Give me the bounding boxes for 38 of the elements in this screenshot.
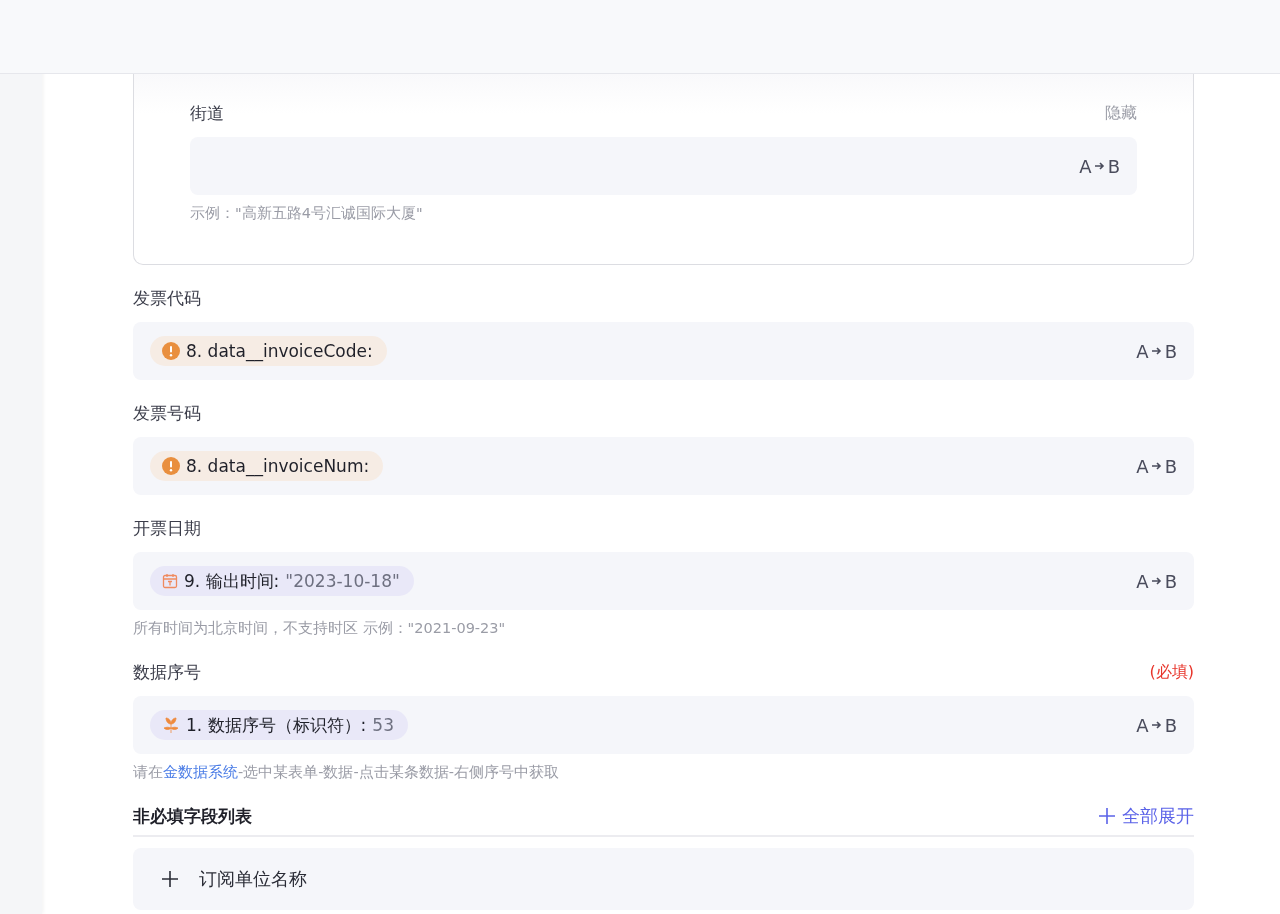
mapping-field[interactable]: 9. 输出时间: "2023-10-18" A B <box>133 552 1194 610</box>
convert-button[interactable]: A B <box>1136 455 1177 477</box>
field-label: 街道 <box>190 101 224 125</box>
convert-button[interactable]: A B <box>1136 340 1177 362</box>
field-label: 发票号码 <box>133 401 201 425</box>
convert-button[interactable]: A B <box>1136 714 1177 736</box>
field-label: 数据序号 <box>133 660 201 684</box>
convert-button[interactable]: A B <box>1079 155 1120 177</box>
warning-icon <box>162 457 180 475</box>
field-label: 发票代码 <box>133 286 201 310</box>
field-hint: 请在金数据系统-选中某表单-数据-点击某条数据-右侧序号中获取 <box>133 763 560 781</box>
arrow-icon <box>1150 461 1163 471</box>
arrow-icon <box>1150 576 1163 586</box>
mapping-field[interactable]: A B <box>190 137 1137 195</box>
arrow-icon <box>1093 161 1106 171</box>
field-label: 开票日期 <box>133 516 201 540</box>
variable-chip[interactable]: 8. data__invoiceCode: <box>150 336 387 366</box>
calendar-icon <box>162 573 178 589</box>
plus-icon <box>161 870 179 888</box>
convert-button[interactable]: A B <box>1136 570 1177 592</box>
arrow-icon <box>1150 720 1163 730</box>
mapping-field[interactable]: 8. data__invoiceCode: A B <box>133 322 1194 380</box>
field-hint: 示例："高新五路4号汇诚国际大厦" <box>190 204 424 222</box>
sprout-icon <box>162 716 180 734</box>
variable-chip[interactable]: 1. 数据序号（标识符）: 53 <box>150 710 408 740</box>
section-title: 非必填字段列表 <box>133 804 252 828</box>
optional-field-item[interactable]: 订阅单位名称 <box>133 848 1194 910</box>
mapping-field[interactable]: 1. 数据序号（标识符）: 53 A B <box>133 696 1194 754</box>
variable-chip[interactable]: 8. data__invoiceNum: <box>150 451 384 481</box>
field-hint: 所有时间为北京时间，不支持时区 示例："2021-09-23" <box>133 619 507 637</box>
mapping-field[interactable]: 8. data__invoiceNum: A B <box>133 437 1194 495</box>
warning-icon <box>162 342 180 360</box>
plus-icon <box>1098 807 1116 825</box>
variable-chip[interactable]: 9. 输出时间: "2023-10-18" <box>150 566 414 596</box>
system-link[interactable]: 金数据系统 <box>163 764 238 780</box>
expand-all-button[interactable]: 全部展开 <box>1098 804 1194 828</box>
arrow-icon <box>1150 346 1163 356</box>
required-tag: (必填) <box>1149 661 1194 683</box>
